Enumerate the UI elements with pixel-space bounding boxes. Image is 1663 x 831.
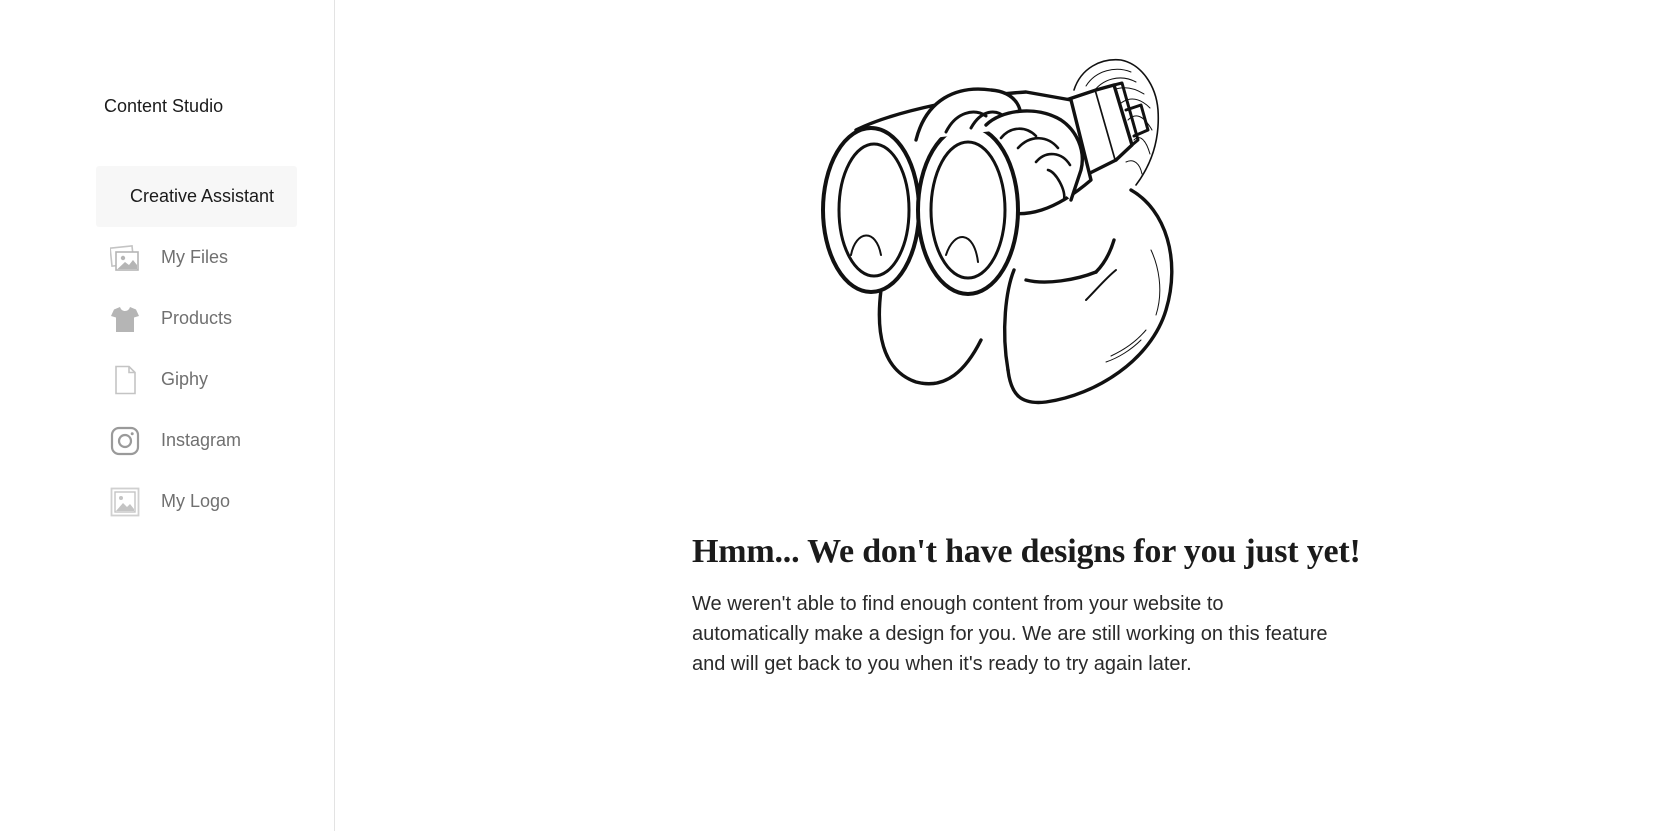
sidebar-item-label: Instagram	[161, 430, 242, 450]
sidebar-item-instagram[interactable]: Instagram	[96, 410, 297, 471]
sidebar-item-my-files[interactable]: My Files	[96, 227, 297, 288]
document-icon	[110, 365, 140, 395]
sidebar-item-products[interactable]: Products	[96, 288, 297, 349]
sidebar-item-label: Products	[161, 308, 233, 328]
empty-state-heading: Hmm... We don't have designs for you jus…	[692, 532, 1361, 570]
sidebar: Content Studio Creative Assistant My Fil…	[0, 0, 335, 831]
empty-state-message: We weren't able to find enough content f…	[692, 593, 1328, 675]
sidebar-item-my-logo[interactable]: My Logo	[96, 471, 297, 532]
sidebar-item-label: Giphy	[161, 369, 209, 389]
logo-image-icon	[110, 487, 140, 517]
sidebar-item-creative-assistant[interactable]: Creative Assistant	[96, 166, 297, 227]
sidebar-item-label: My Files	[161, 247, 228, 267]
instagram-icon	[110, 426, 140, 456]
sidebar-item-label: Creative Assistant	[130, 186, 275, 206]
sidebar-item-label: My Logo	[161, 491, 231, 511]
sidebar-item-giphy[interactable]: Giphy	[96, 349, 297, 410]
main-content: Hmm... We don't have designs for you jus…	[336, 0, 1663, 831]
sidebar-title: Content Studio	[104, 96, 224, 116]
binoculars-illustration	[796, 50, 1256, 430]
images-icon	[110, 243, 140, 273]
tshirt-icon	[110, 304, 140, 334]
sidebar-nav: Creative Assistant My Files Products Gip…	[96, 166, 297, 532]
app-window: Content Studio Creative Assistant My Fil…	[0, 0, 1663, 831]
